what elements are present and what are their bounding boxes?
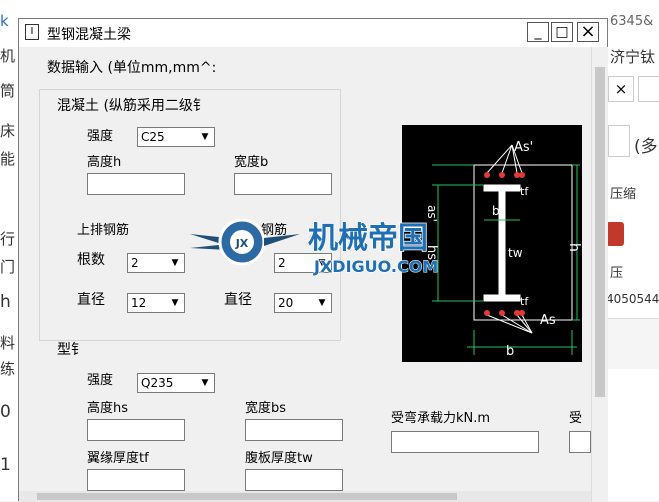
web-thickness-input[interactable] [245,469,343,491]
close-button[interactable]: × [577,22,599,42]
steel-group-title: 型钅 [57,342,85,358]
top-flange [483,184,521,192]
moment-capacity-label: 受弯承载力kN.m [391,411,491,426]
steel-strength-label: 强度 [87,373,114,388]
watermark-cn: 机械帝国 [308,221,428,256]
bg-input[interactable] [608,125,630,157]
watermark-en: JXDIGUO.COM [313,257,438,276]
bg-close-icon[interactable]: × [608,76,634,102]
tf-top-label: tf [520,185,529,198]
bg-char-4: 能 [0,150,16,168]
chevron-down-icon: ▼ [171,258,179,268]
bg-char-10: 0 [0,402,11,422]
strength-label: 强度 [87,129,114,144]
height-input[interactable] [87,173,185,195]
height-label: 高度h [87,155,122,170]
as-top-label: As' [514,140,533,155]
bottom-diameter-value: 20 [278,296,294,310]
chevron-down-icon: ▼ [318,298,326,308]
steel-height-label: 高度hs [87,401,129,416]
steel-strength-value: Q235 [141,376,174,390]
bg-char-11: 1 [0,455,11,475]
width-input[interactable] [234,173,332,195]
top-diameter-value: 12 [131,296,147,310]
horizontal-scroll-thumb[interactable] [37,493,457,500]
steel-height-input[interactable] [87,419,185,441]
watermark: JX 机械帝国 JXDIGUO.COM [190,212,490,278]
vertical-scroll-thumb[interactable] [595,67,605,397]
bg-char-8: 料 [0,334,16,352]
flange-thickness-label: 翼缘厚度tf [87,451,149,466]
app-icon: I [25,24,39,40]
width-label: 宽度b [234,155,269,170]
bg-char-7: h [0,292,11,312]
chevron-down-icon: ▼ [201,378,209,388]
bg-char-1: 机 [0,47,16,65]
top-rebar-label: 上排钢筋 [77,223,130,238]
bg-char-0: k [0,12,9,30]
web-thickness-label: 腹板厚度tw [245,451,313,466]
bg-number: 4050544 [606,292,659,306]
bg-char-9: 练 [0,360,16,378]
chevron-down-icon: ▼ [201,132,209,142]
top-diameter-label: 直径 [77,292,105,308]
concrete-strength-select[interactable]: C25 ▼ [137,127,215,147]
tw-label: tw [508,246,523,260]
bg-label-press: 压 [610,266,624,281]
watermark-badge: JX [235,237,249,250]
bg-char-2: 筒 [0,82,16,100]
title-bar[interactable]: I 型钢混凝土梁 _ □ × [19,19,607,47]
steel-width-input[interactable] [245,419,343,441]
concrete-group-title: 混凝土 (纵筋采用二级钅 [57,98,207,114]
bg-paren-text: (多 [634,137,658,157]
as-bottom-label: As [540,313,556,328]
minimize-button[interactable]: _ [527,22,549,42]
bg-link[interactable]: 济宁钛 [610,46,655,67]
bottom-flange [483,294,521,302]
bg-label-compress: 压缩 [610,187,637,202]
top-count-value: 2 [131,256,139,270]
b-label: b [506,344,514,359]
horizontal-scrollbar[interactable] [19,491,591,502]
concrete-strength-value: C25 [141,130,165,144]
bottom-diameter-select[interactable]: 20 ▼ [274,293,332,313]
bg-url-fragment: 6345& [610,14,654,29]
chevron-down-icon: ▼ [171,298,179,308]
window-title: 型钢混凝土梁 [47,27,131,43]
bg-char-3: 床 [0,122,16,140]
maximize-button[interactable]: □ [551,22,573,42]
data-input-heading: 数据输入 (单位mm,mm^: [47,60,217,76]
watermark-logo-icon: JX 机械帝国 JXDIGUO.COM [190,218,439,277]
bg-panel [604,318,659,369]
bg-refresh-icon[interactable] [638,76,659,102]
steel-strength-select[interactable]: Q235 ▼ [137,373,215,393]
h-label: h [566,243,582,252]
bottom-diameter-label: 直径 [224,292,252,308]
top-count-label: 根数 [77,252,105,268]
top-diameter-select[interactable]: 12 ▼ [127,293,185,313]
shear-capacity-label: 受 [569,411,583,426]
steel-width-label: 宽度bs [245,401,287,416]
shear-capacity-output[interactable] [569,431,591,453]
moment-capacity-output[interactable] [391,431,539,453]
car-icon [606,222,624,246]
tf-bottom-label: tf [520,295,529,308]
bs-label: bs [492,204,506,218]
flange-thickness-input[interactable] [87,469,185,491]
top-count-select[interactable]: 2 ▼ [127,253,185,273]
bg-char-6: 门 [0,258,16,276]
vertical-scrollbar[interactable] [591,47,608,502]
bg-char-5: 行 [0,230,16,248]
